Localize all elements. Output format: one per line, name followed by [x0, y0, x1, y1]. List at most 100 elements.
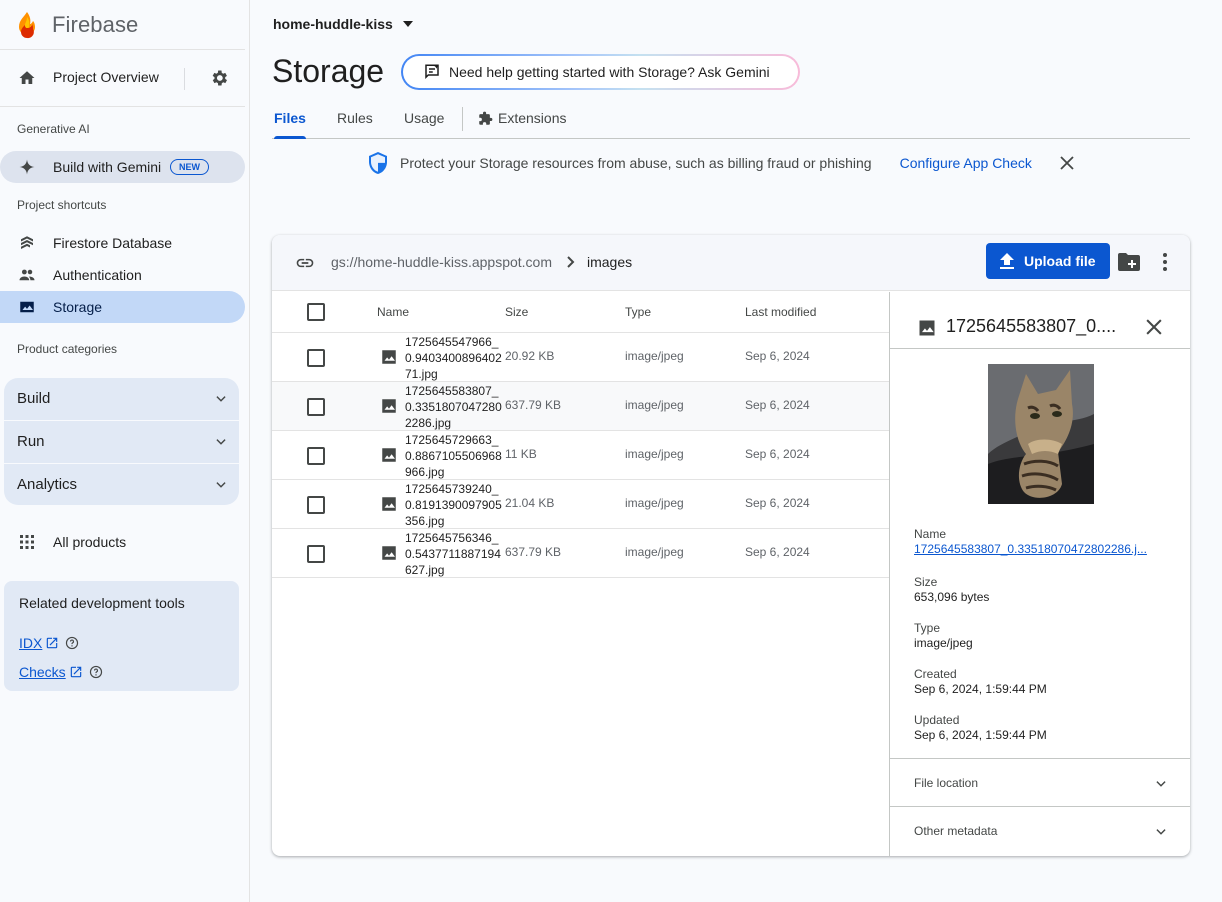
devtools-title: Related development tools	[19, 595, 185, 611]
file-name[interactable]: 1725645739240_0.8191390097905356.jpg	[405, 481, 505, 529]
file-type: image/jpeg	[625, 447, 684, 461]
sidebar-item-build-with-gemini[interactable]: Build with Gemini NEW	[0, 151, 245, 183]
home-icon	[19, 71, 35, 84]
firestore-icon	[21, 236, 33, 249]
close-icon[interactable]	[1146, 319, 1162, 335]
gear-icon[interactable]	[209, 68, 229, 88]
file-type: image/jpeg	[625, 349, 684, 363]
table-row[interactable]: 1725645729663_0.8867105506968966.jpg 11 …	[272, 431, 889, 480]
project-selector[interactable]: home-huddle-kiss	[273, 16, 413, 32]
column-name[interactable]: Name	[377, 305, 409, 319]
sidebar-item-storage[interactable]: Storage	[0, 291, 245, 323]
idx-link[interactable]: IDX	[19, 635, 79, 651]
table-row[interactable]: 1725645739240_0.8191390097905356.jpg 21.…	[272, 480, 889, 529]
category-analytics[interactable]: Analytics	[4, 464, 239, 506]
storage-icon	[20, 301, 34, 313]
row-checkbox[interactable]	[307, 496, 325, 514]
cat-photo-thumbnail	[988, 364, 1094, 504]
accordion-label: File location	[914, 776, 979, 790]
file-name[interactable]: 1725645583807_0.33518070472802286.jpg	[405, 383, 505, 431]
category-build[interactable]: Build	[4, 378, 239, 420]
column-size[interactable]: Size	[505, 305, 528, 319]
shield-icon	[369, 152, 387, 174]
all-products-label: All products	[53, 534, 127, 550]
extensions-icon	[479, 111, 493, 125]
file-name[interactable]: 1725645547966_0.940340089640271.jpg	[405, 334, 505, 382]
help-icon[interactable]	[65, 636, 79, 650]
file-location-accordion[interactable]: File location	[890, 758, 1190, 806]
brand-name: Firebase	[52, 12, 139, 37]
bucket-path[interactable]: gs://home-huddle-kiss.appspot.com	[331, 254, 552, 270]
create-folder-icon[interactable]	[1118, 253, 1140, 271]
help-icon[interactable]	[89, 665, 103, 679]
page-title: Storage	[272, 53, 385, 89]
related-dev-tools: Related development tools IDX Checks	[4, 581, 239, 691]
tab-usage[interactable]: Usage	[404, 110, 444, 126]
sidebar-item-firestore[interactable]: Firestore Database	[0, 227, 245, 259]
row-checkbox[interactable]	[307, 545, 325, 563]
tab-files[interactable]: Files	[274, 110, 306, 126]
file-size: 637.79 KB	[505, 545, 562, 559]
meta-label: Created	[914, 667, 957, 681]
column-last-modified[interactable]: Last modified	[745, 305, 816, 319]
other-metadata-accordion[interactable]: Other metadata	[890, 806, 1190, 854]
file-type: image/jpeg	[625, 545, 684, 559]
row-checkbox[interactable]	[307, 398, 325, 416]
firebase-logo-icon	[19, 12, 35, 39]
image-file-icon	[382, 546, 396, 560]
file-type: image/jpeg	[625, 398, 684, 412]
open-in-new-icon	[70, 666, 81, 678]
file-download-link[interactable]: 1725645583807_0.33518070472802286.j...	[914, 542, 1169, 556]
project-overview-label: Project Overview	[53, 69, 159, 85]
link-icon[interactable]	[294, 253, 316, 273]
meta-label: Type	[914, 621, 941, 635]
brand[interactable]: Firebase	[14, 10, 138, 40]
active-tab-indicator	[274, 136, 306, 139]
table-row[interactable]: 1725645756346_0.5437711887194627.jpg 637…	[272, 529, 889, 578]
more-vert-icon[interactable]	[1162, 252, 1168, 272]
product-categories: Build Run Analytics	[4, 378, 239, 505]
select-all-checkbox[interactable]	[307, 303, 325, 321]
ask-gemini-button[interactable]: Need help getting started with Storage? …	[401, 54, 800, 90]
upload-file-button[interactable]: Upload file	[986, 243, 1110, 279]
upload-icon	[1000, 253, 1014, 269]
meta-size: Size 653,096 bytes	[914, 575, 1169, 604]
sidebar-item-authentication[interactable]: Authentication	[0, 259, 245, 291]
file-name[interactable]: 1725645756346_0.5437711887194627.jpg	[405, 530, 505, 578]
category-label: Run	[17, 433, 45, 450]
file-modified: Sep 6, 2024	[745, 545, 810, 559]
table-row[interactable]: 1725645583807_0.33518070472802286.jpg 63…	[272, 382, 889, 431]
new-badge: NEW	[170, 159, 209, 175]
checks-label: Checks	[19, 664, 66, 680]
file-name[interactable]: 1725645729663_0.8867105506968966.jpg	[405, 432, 505, 480]
table-row[interactable]: 1725645547966_0.940340089640271.jpg 20.9…	[272, 333, 889, 382]
checks-link[interactable]: Checks	[19, 664, 103, 680]
all-products-link[interactable]: All products	[0, 530, 245, 554]
image-preview[interactable]	[988, 364, 1094, 504]
category-run[interactable]: Run	[4, 421, 239, 463]
row-checkbox[interactable]	[307, 349, 325, 367]
chevron-down-icon	[1156, 781, 1166, 787]
tab-extensions[interactable]: Extensions	[478, 110, 566, 126]
row-checkbox[interactable]	[307, 447, 325, 465]
gemini-chat-icon	[425, 64, 439, 80]
category-label: Analytics	[17, 476, 78, 493]
sidebar-item-label: Storage	[53, 299, 103, 315]
file-browser-header: gs://home-huddle-kiss.appspot.com images…	[272, 235, 1190, 291]
file-modified: Sep 6, 2024	[745, 447, 810, 461]
column-type[interactable]: Type	[625, 305, 651, 319]
meta-value: 653,096 bytes	[914, 590, 990, 604]
caret-down-icon	[402, 21, 413, 27]
configure-app-check-link[interactable]: Configure App Check	[900, 155, 1032, 171]
tab-rules[interactable]: Rules	[337, 110, 373, 126]
file-size: 20.92 KB	[505, 349, 555, 363]
section-project-shortcuts: Project shortcuts	[17, 198, 107, 212]
meta-name: Name 1725645583807_0.33518070472802286.j…	[914, 527, 1169, 556]
sidebar: Firebase Project Overview Generative AI …	[0, 0, 250, 902]
chevron-down-icon	[1156, 829, 1166, 835]
meta-label: Size	[914, 575, 938, 589]
close-icon[interactable]	[1060, 156, 1074, 170]
open-in-new-icon	[47, 637, 58, 649]
current-folder[interactable]: images	[587, 254, 632, 270]
divider	[462, 107, 463, 131]
